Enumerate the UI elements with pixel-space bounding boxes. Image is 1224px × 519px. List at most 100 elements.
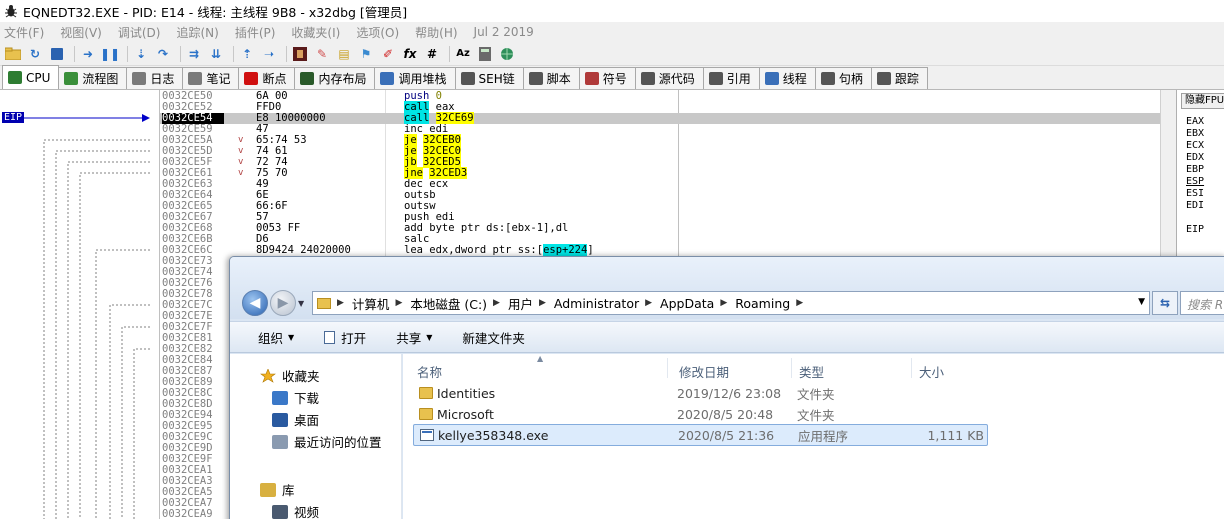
disasm-row[interactable]: 0032CE68 0053 FF add byte ptr ds:[ebx-1],d… [160, 223, 1160, 234]
menu-favourites[interactable]: 收藏夹(I) [291, 24, 340, 41]
execute-till-return-icon[interactable]: ⇡ [238, 45, 256, 63]
breadcrumb-users[interactable]: 用户 [508, 294, 533, 313]
chevron-right-icon[interactable]: ▶ [395, 298, 402, 308]
register-eip[interactable]: EIP [1186, 224, 1204, 235]
breadcrumb-administrator[interactable]: Administrator [554, 296, 639, 311]
calculator-icon[interactable] [476, 45, 494, 63]
new-folder-button[interactable]: 新建文件夹 [462, 328, 525, 347]
breadcrumb-appdata[interactable]: AppData [660, 296, 714, 311]
search-input[interactable]: 搜索 R [1180, 291, 1224, 315]
tab-memory[interactable]: 内存布局 [294, 67, 376, 89]
menu-debug[interactable]: 调试(D) [118, 24, 161, 41]
step-into-icon[interactable]: ⇣ [132, 45, 150, 63]
column-divider[interactable] [791, 358, 792, 378]
tab-callstack[interactable]: 调用堆栈 [374, 67, 456, 89]
register-esp[interactable]: ESP [1186, 176, 1204, 187]
chevron-right-icon[interactable]: ▶ [645, 298, 652, 308]
restart-icon[interactable]: ↻ [26, 45, 44, 63]
patch-icon[interactable]: ✎ [313, 45, 331, 63]
tab-breakpoint[interactable]: 断点 [238, 67, 296, 89]
chevron-right-icon[interactable]: ▶ [720, 298, 727, 308]
nav-recent-places[interactable]: 最近访问的位置 [272, 432, 382, 451]
disasm-row[interactable]: 0032CE6C 8D9424 24020000 lea edx,dword ptr… [160, 244, 1160, 256]
bookmarks-icon[interactable]: ✐ [379, 45, 397, 63]
disasm-row[interactable]: 0032CE5D v 74 61 je 32CEC0 [160, 145, 1160, 157]
stop-icon[interactable] [48, 45, 66, 63]
tab-notes[interactable]: 笔记 [182, 67, 240, 89]
strings-icon[interactable]: Az [454, 45, 472, 63]
tab-handles[interactable]: 句柄 [814, 67, 872, 89]
nav-libraries[interactable]: 库 [260, 480, 295, 499]
register-edi[interactable]: EDI [1186, 200, 1204, 211]
comments-icon[interactable]: ▤ [335, 45, 353, 63]
disasm-row[interactable]: 0032CE63 49 dec ecx [160, 179, 1160, 190]
register-edx[interactable]: EDX [1186, 152, 1204, 163]
step-over-icon[interactable]: ↷ [154, 45, 172, 63]
disasm-row[interactable]: 0032CE50 6A 00 push 0 [160, 91, 1160, 102]
tab-symbols[interactable]: 符号 [578, 67, 636, 89]
run-to-user-code-icon[interactable]: ➝ [260, 45, 278, 63]
breadcrumb-roaming[interactable]: Roaming [735, 296, 790, 311]
chevron-right-icon[interactable]: ▶ [539, 298, 546, 308]
column-header-modified[interactable]: 修改日期 [679, 362, 729, 381]
chevron-right-icon[interactable]: ▶ [796, 298, 803, 308]
breadcrumb-computer[interactable]: 计算机 [352, 294, 390, 313]
register-esi[interactable]: ESI [1186, 188, 1204, 199]
labels-icon[interactable]: ⚑ [357, 45, 375, 63]
menu-file[interactable]: 文件(F) [4, 24, 44, 41]
tab-log[interactable]: 日志 [126, 67, 184, 89]
nav-favorites[interactable]: 收藏夹 [260, 366, 320, 385]
disasm-row[interactable]: 0032CE5F v 72 74 jb 32CED5 [160, 156, 1160, 168]
tab-script[interactable]: 脚本 [522, 67, 580, 89]
disasm-row[interactable]: 0032CE5A v 65:74 53 je 32CEB0 [160, 134, 1160, 146]
variables-icon[interactable]: # [423, 45, 441, 63]
file-row[interactable]: Identities 2019/12/6 23:08 文件夹 [413, 382, 988, 404]
nav-videos[interactable]: 视频 [272, 502, 319, 519]
file-row[interactable]: kellye358348.exe 2020/8/5 21:36 应用程序 1,111 … [413, 424, 988, 446]
chevron-down-icon[interactable]: ▼ [1138, 297, 1145, 307]
trace-into-icon[interactable]: ⇉ [185, 45, 203, 63]
tab-seh[interactable]: SEH链 [454, 67, 524, 89]
register-ebx[interactable]: EBX [1186, 128, 1204, 139]
pause-icon[interactable]: ❚❚ [100, 45, 120, 63]
functions-icon[interactable]: fx [401, 45, 419, 63]
column-divider[interactable] [667, 358, 668, 378]
tab-threads[interactable]: 线程 [758, 67, 816, 89]
tab-references[interactable]: 引用 [702, 67, 760, 89]
nav-desktop[interactable]: 桌面 [272, 410, 319, 429]
disasm-row[interactable]: 0032CE67 57 push edi [160, 212, 1160, 223]
chevron-right-icon[interactable]: ▶ [337, 298, 344, 308]
globe-icon[interactable] [498, 45, 516, 63]
refresh-icon[interactable]: ⇆ [1152, 291, 1178, 315]
nav-downloads[interactable]: 下载 [272, 388, 319, 407]
menu-view[interactable]: 视图(V) [60, 24, 102, 41]
menu-options[interactable]: 选项(O) [356, 24, 399, 41]
run-icon[interactable]: ➜ [79, 45, 97, 63]
open-button[interactable]: 打开 [324, 328, 366, 347]
forward-arrow-icon[interactable]: ▶ [270, 290, 296, 316]
menu-help[interactable]: 帮助(H) [415, 24, 457, 41]
back-arrow-icon[interactable]: ◀ [242, 290, 268, 316]
tab-trace[interactable]: 跟踪 [870, 67, 928, 89]
register-eax[interactable]: EAX [1186, 116, 1204, 127]
tab-graph[interactable]: 流程图 [58, 67, 128, 89]
trace-over-icon[interactable]: ⇊ [207, 45, 225, 63]
register-ebp[interactable]: EBP [1186, 164, 1204, 175]
menu-plugins[interactable]: 插件(P) [235, 24, 276, 41]
disasm-row[interactable]: 0032CE54 E8 10000000 call 32CE69 [160, 112, 1160, 124]
file-row[interactable]: Microsoft 2020/8/5 20:48 文件夹 [413, 403, 988, 425]
column-header-type[interactable]: 类型 [799, 362, 824, 381]
column-header-name[interactable]: 名称 [417, 362, 442, 381]
register-ecx[interactable]: ECX [1186, 140, 1204, 151]
history-dropdown-icon[interactable]: ▼ [298, 299, 304, 308]
menu-trace[interactable]: 追踪(N) [176, 24, 218, 41]
disasm-row[interactable]: 0032CE59 47 inc edi [160, 124, 1160, 135]
tab-source[interactable]: 源代码 [634, 67, 704, 89]
tab-cpu[interactable]: CPU [2, 65, 60, 89]
hide-fpu-button[interactable]: 隐藏FPU [1181, 93, 1224, 109]
column-header-size[interactable]: 大小 [919, 362, 944, 381]
scylla-icon[interactable] [291, 45, 309, 63]
open-folder-icon[interactable] [4, 45, 22, 63]
share-button[interactable]: 共享 ▼ [396, 328, 432, 347]
disasm-row[interactable]: 0032CE65 66:6F outsw [160, 201, 1160, 212]
